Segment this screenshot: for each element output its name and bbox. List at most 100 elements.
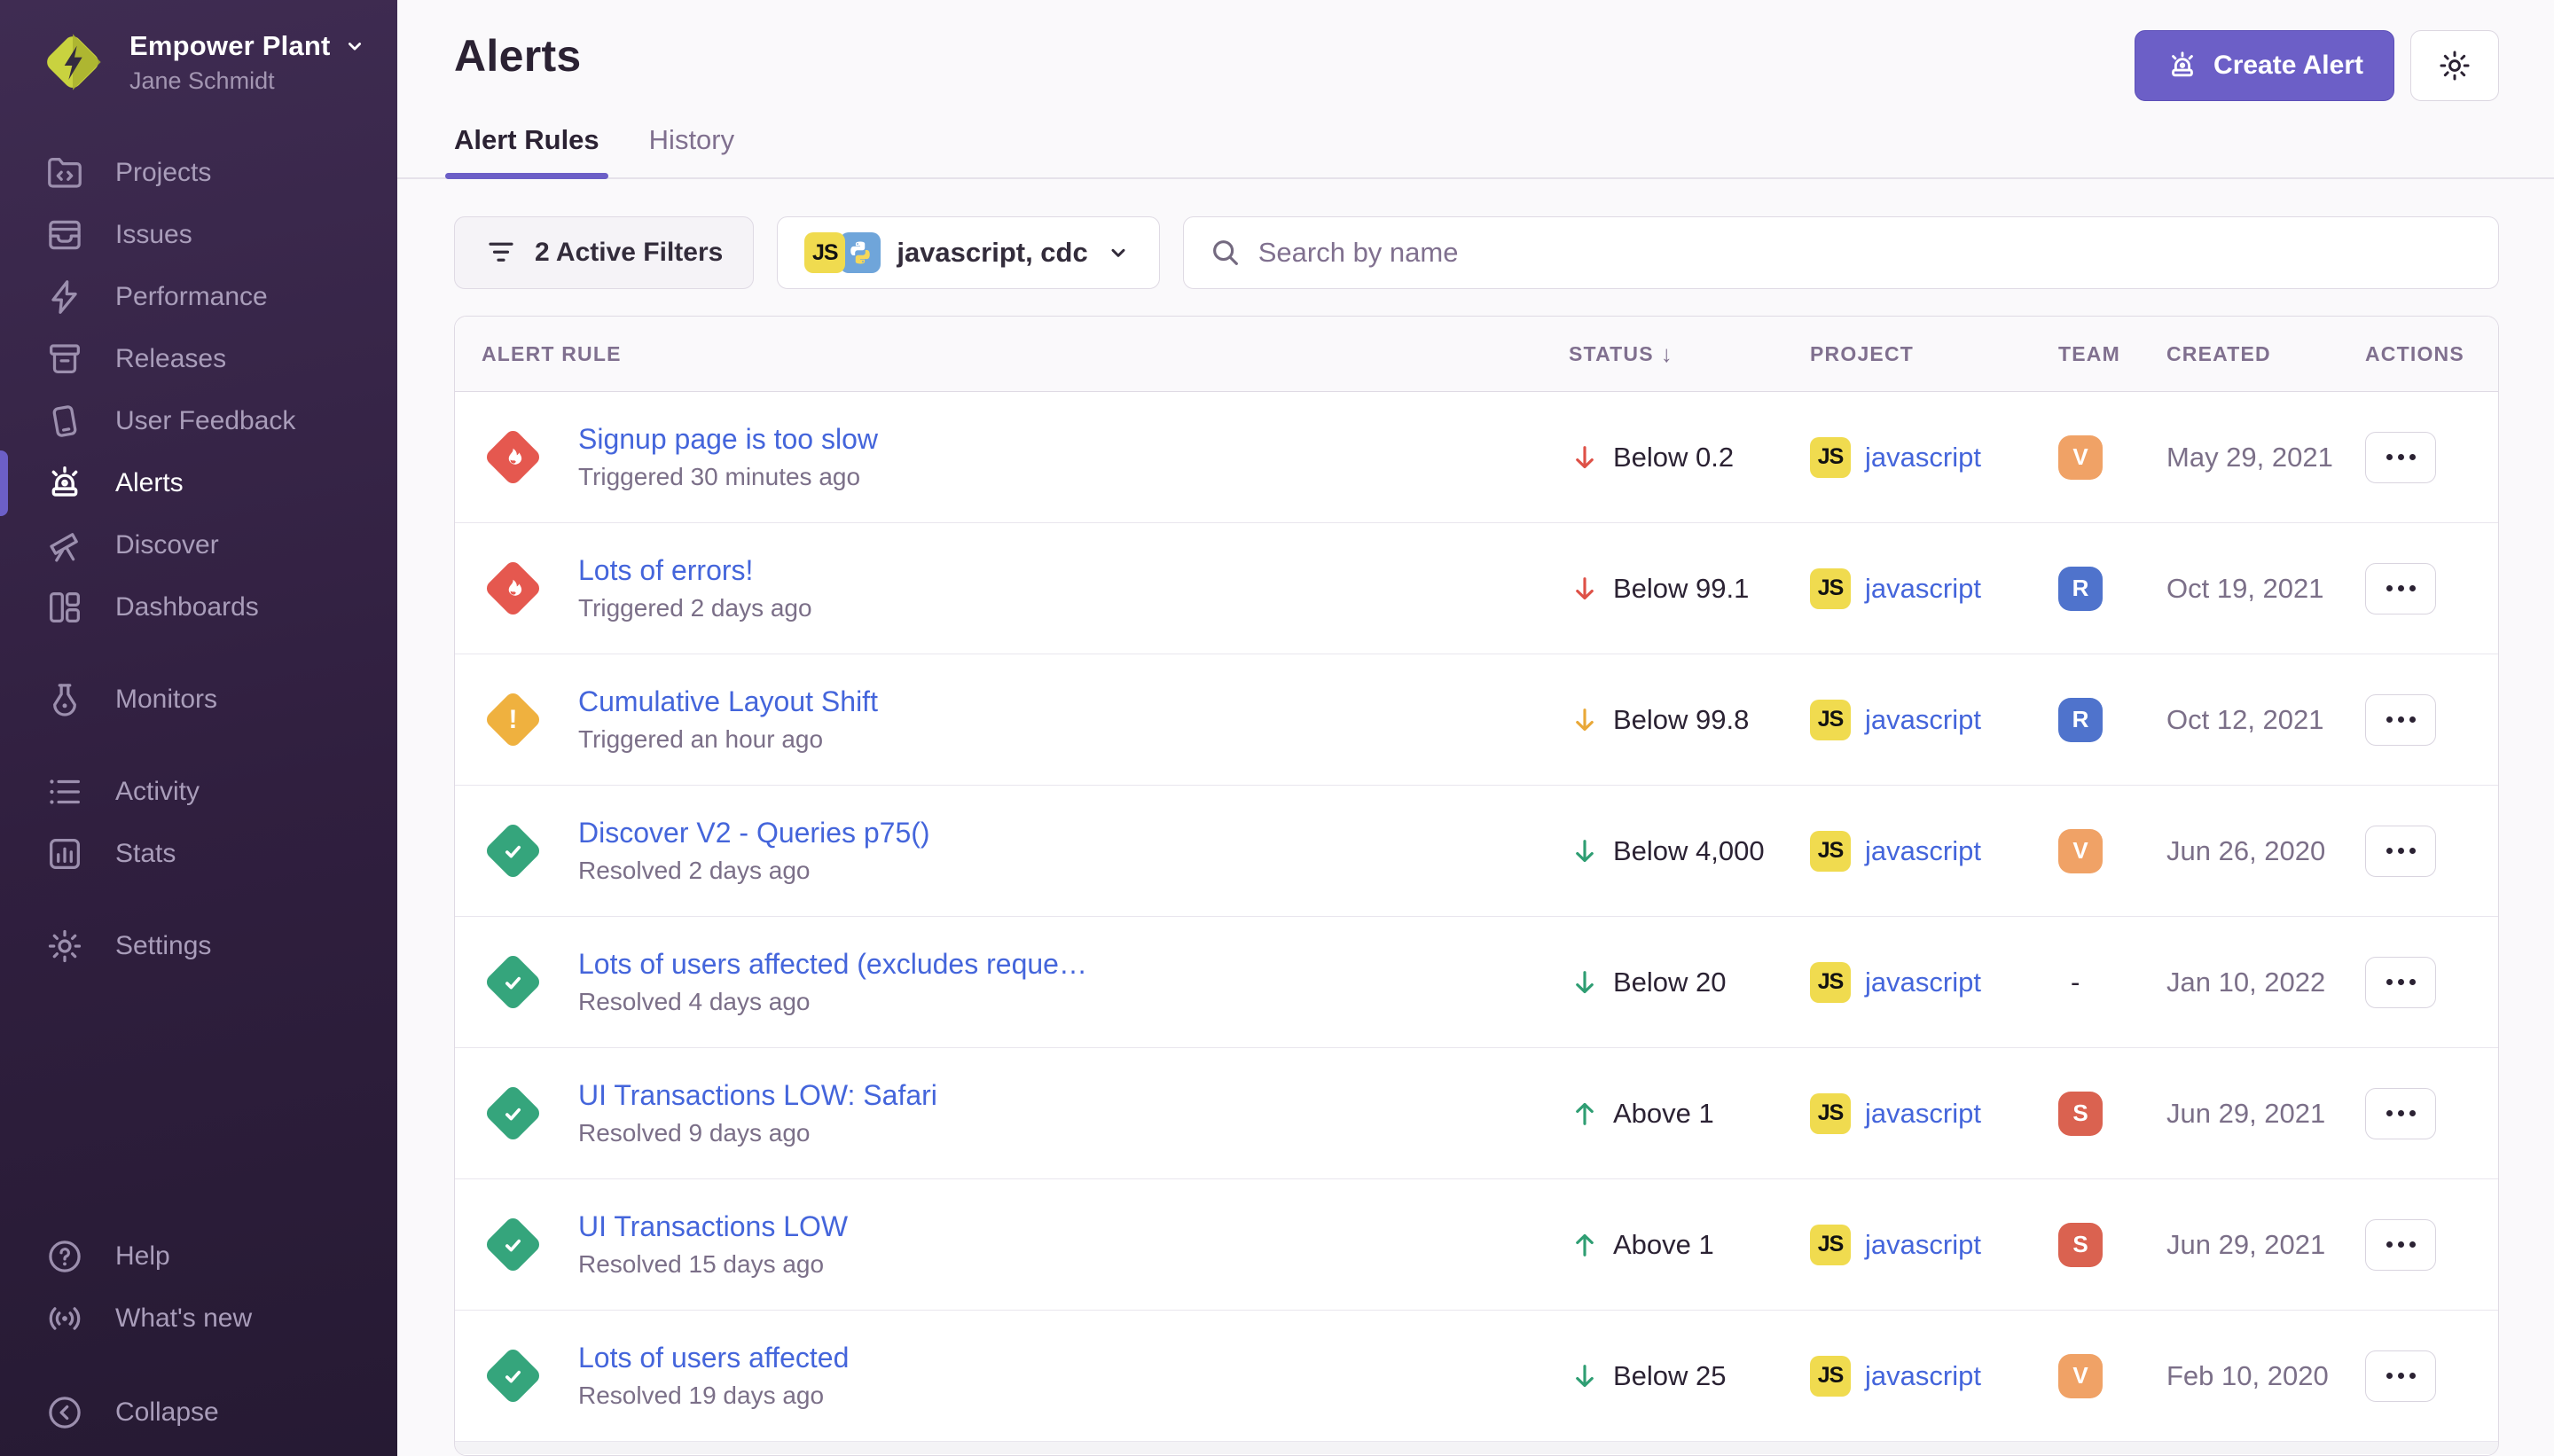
issues-icon bbox=[44, 215, 85, 255]
alert-rule-link[interactable]: Cumulative Layout Shift bbox=[578, 685, 878, 718]
team-cell: S bbox=[2058, 1223, 2166, 1267]
project-filter-dropdown[interactable]: JS javascript, cdc bbox=[777, 216, 1159, 289]
column-header-alert-rule: ALERT RULE bbox=[455, 342, 1569, 366]
alert-rule-link[interactable]: Lots of errors! bbox=[578, 554, 812, 587]
table-row: Signup page is too slow Triggered 30 min… bbox=[455, 392, 2498, 523]
sidebar-item-user-feedback[interactable]: User Feedback bbox=[0, 390, 397, 452]
sidebar-item-help[interactable]: Help bbox=[0, 1225, 397, 1288]
created-cell: Jan 10, 2022 bbox=[2166, 967, 2365, 998]
alert-warning-icon: ! bbox=[483, 690, 542, 748]
project-cell: JS javascript bbox=[1810, 700, 2058, 740]
alert-rule-subtitle: Resolved 9 days ago bbox=[578, 1119, 937, 1147]
row-actions-button[interactable] bbox=[2365, 694, 2436, 746]
team-avatar: V bbox=[2058, 1354, 2103, 1398]
sidebar-item-releases[interactable]: Releases bbox=[0, 328, 397, 390]
row-actions-button[interactable] bbox=[2365, 957, 2436, 1008]
sidebar: Empower Plant Jane Schmidt Projects Issu… bbox=[0, 0, 397, 1456]
flask-icon bbox=[44, 679, 85, 720]
tab-alert-rules[interactable]: Alert Rules bbox=[454, 124, 599, 177]
alert-rule-link[interactable]: UI Transactions LOW bbox=[578, 1210, 848, 1243]
project-link[interactable]: javascript bbox=[1865, 1229, 1981, 1261]
row-actions-button[interactable] bbox=[2365, 1219, 2436, 1271]
org-switcher[interactable]: Empower Plant Jane Schmidt bbox=[0, 0, 397, 99]
status-cell: Below 99.1 bbox=[1569, 573, 1810, 605]
alert-settings-button[interactable] bbox=[2410, 30, 2499, 101]
sidebar-item-activity[interactable]: Activity bbox=[0, 761, 397, 823]
sidebar-item-performance[interactable]: Performance bbox=[0, 266, 397, 328]
create-alert-button[interactable]: Create Alert bbox=[2135, 30, 2394, 101]
trend-down-icon bbox=[1569, 704, 1601, 736]
main-content: Alerts Create Alert Alert Rules History … bbox=[397, 0, 2554, 1456]
sidebar-item-issues[interactable]: Issues bbox=[0, 204, 397, 266]
sidebar-item-label: What's new bbox=[115, 1303, 252, 1334]
alert-rule-link[interactable]: Lots of users affected (excludes reque… bbox=[578, 948, 1087, 981]
sidebar-item-monitors[interactable]: Monitors bbox=[0, 669, 397, 731]
alert-rule-link[interactable]: UI Transactions LOW: Safari bbox=[578, 1079, 937, 1112]
alert-rule-link[interactable]: Discover V2 - Queries p75() bbox=[578, 817, 930, 849]
sort-down-icon: ↓ bbox=[1661, 341, 1673, 368]
project-link[interactable]: javascript bbox=[1865, 704, 1981, 736]
row-actions-button[interactable] bbox=[2365, 432, 2436, 483]
table-row: Discover V2 - Queries p75() Resolved 2 d… bbox=[455, 786, 2498, 917]
sidebar-item-label: Dashboards bbox=[115, 592, 259, 622]
sidebar-item-projects[interactable]: Projects bbox=[0, 142, 397, 204]
page-title: Alerts bbox=[454, 30, 582, 82]
created-cell: Jun 26, 2020 bbox=[2166, 835, 2365, 867]
alert-critical-icon bbox=[483, 559, 542, 617]
search-input[interactable] bbox=[1258, 237, 2473, 269]
project-cell: JS javascript bbox=[1810, 437, 2058, 478]
sidebar-item-whats-new[interactable]: What's new bbox=[0, 1288, 397, 1350]
team-cell: V bbox=[2058, 1354, 2166, 1398]
project-link[interactable]: javascript bbox=[1865, 1098, 1981, 1130]
sidebar-item-label: Issues bbox=[115, 220, 192, 250]
table-row: UI Transactions LOW: Safari Resolved 9 d… bbox=[455, 1048, 2498, 1179]
project-link[interactable]: javascript bbox=[1865, 835, 1981, 867]
project-link[interactable]: javascript bbox=[1865, 573, 1981, 605]
alert-rule-subtitle: Triggered 30 minutes ago bbox=[578, 463, 878, 491]
trend-down-icon bbox=[1569, 835, 1601, 867]
list-icon bbox=[44, 771, 85, 812]
row-actions-button[interactable] bbox=[2365, 1088, 2436, 1139]
javascript-platform-icon: JS bbox=[1810, 437, 1851, 478]
sidebar-item-discover[interactable]: Discover bbox=[0, 514, 397, 576]
column-header-team: TEAM bbox=[2058, 342, 2166, 366]
project-link[interactable]: javascript bbox=[1865, 442, 1981, 474]
column-header-created: CREATED bbox=[2166, 342, 2365, 366]
sidebar-item-label: User Feedback bbox=[115, 406, 295, 436]
sidebar-item-stats[interactable]: Stats bbox=[0, 823, 397, 885]
created-cell: Oct 12, 2021 bbox=[2166, 704, 2365, 736]
project-cell: JS javascript bbox=[1810, 1356, 2058, 1397]
sidebar-item-settings[interactable]: Settings bbox=[0, 915, 397, 977]
trend-down-icon bbox=[1569, 1360, 1601, 1392]
tab-history[interactable]: History bbox=[649, 124, 734, 177]
row-actions-button[interactable] bbox=[2365, 563, 2436, 614]
team-cell: V bbox=[2058, 829, 2166, 873]
row-actions-button[interactable] bbox=[2365, 1350, 2436, 1402]
gear-icon bbox=[44, 926, 85, 967]
column-header-status[interactable]: STATUS ↓ bbox=[1569, 341, 1810, 368]
row-actions-button[interactable] bbox=[2365, 826, 2436, 877]
sidebar-item-dashboards[interactable]: Dashboards bbox=[0, 576, 397, 638]
project-link[interactable]: javascript bbox=[1865, 967, 1981, 998]
active-filters-button[interactable]: 2 Active Filters bbox=[454, 216, 754, 289]
team-avatar: R bbox=[2058, 698, 2103, 742]
user-name: Jane Schmidt bbox=[129, 67, 368, 95]
sidebar-item-alerts[interactable]: Alerts bbox=[0, 452, 397, 514]
alert-critical-icon bbox=[483, 427, 542, 486]
project-cell: JS javascript bbox=[1810, 1225, 2058, 1265]
dashboard-icon bbox=[44, 587, 85, 628]
alert-rule-link[interactable]: Lots of users affected bbox=[578, 1342, 849, 1374]
team-cell: R bbox=[2058, 698, 2166, 742]
siren-icon bbox=[44, 463, 85, 504]
javascript-platform-icon: JS bbox=[804, 232, 845, 273]
sidebar-collapse-button[interactable]: Collapse bbox=[0, 1382, 397, 1444]
sidebar-footer: Help What's new Collapse bbox=[0, 1225, 397, 1456]
created-cell: Jun 29, 2021 bbox=[2166, 1229, 2365, 1261]
project-link[interactable]: javascript bbox=[1865, 1360, 1981, 1392]
filter-toolbar: 2 Active Filters JS javascript, cdc bbox=[397, 179, 2554, 289]
sidebar-item-label: Stats bbox=[115, 839, 176, 869]
javascript-platform-icon: JS bbox=[1810, 831, 1851, 872]
alert-rule-link[interactable]: Signup page is too slow bbox=[578, 423, 878, 456]
team-cell: R bbox=[2058, 567, 2166, 611]
sidebar-item-label: Alerts bbox=[115, 468, 184, 498]
